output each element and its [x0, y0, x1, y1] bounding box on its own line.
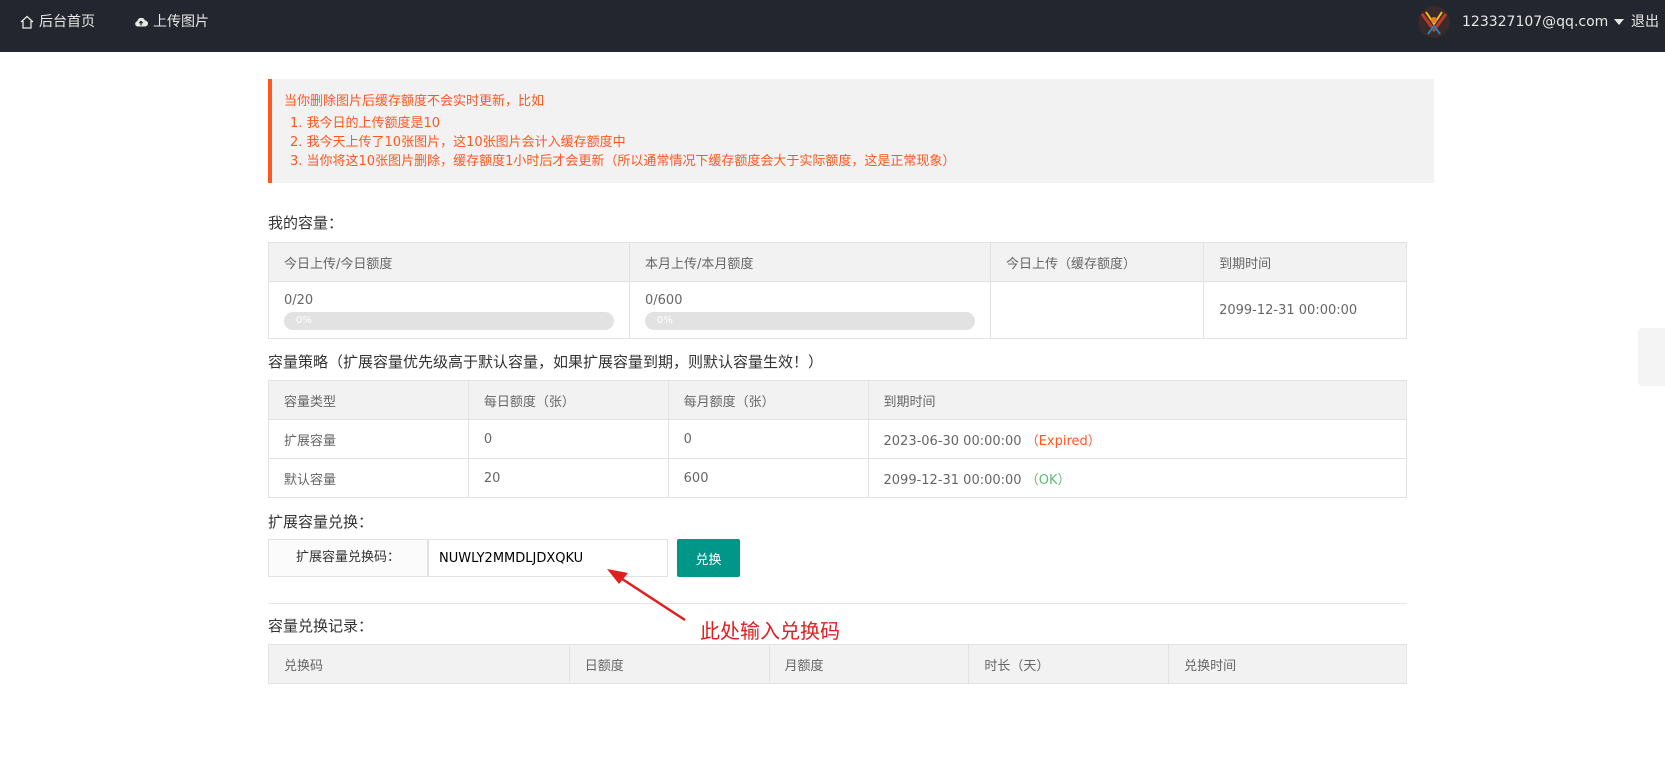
table-row: 默认容量 20 600 2099-12-31 00:00:00 （OK）	[268, 458, 1407, 498]
redeem-code-input[interactable]	[428, 539, 668, 577]
policy-monthly: 600	[667, 458, 869, 498]
user-email: 123327107@qq.com	[1462, 14, 1609, 30]
nav-upload-label: 上传图片	[153, 14, 209, 30]
policy-monthly: 0	[667, 419, 869, 459]
today-progress-text: 0%	[296, 315, 312, 326]
column-header: 每日额度（张）	[467, 380, 669, 420]
capacity-title: 我的容量：	[268, 214, 344, 232]
policy-title: 容量策略（扩展容量优先级高于默认容量，如果扩展容量到期，则默认容量生效！）	[268, 353, 824, 371]
top-navbar: 后台首页 上传图片 123327107@qq.com 退出	[0, 0, 1665, 52]
status-badge: （OK）	[1025, 472, 1071, 488]
notice-list: 1. 我今日的上传额度是10 2. 我今天上传了10张图片，这10张图片会计入缓…	[284, 114, 1422, 171]
notice-item: 2. 我今天上传了10张图片，这10张图片会计入缓存额度中	[290, 135, 626, 150]
table-header-row: 兑换码 日额度 月额度 时长（天） 兑换时间	[268, 644, 1407, 684]
table-row: 扩展容量 0 0 2023-06-30 00:00:00 （Expired）	[268, 419, 1407, 459]
caret-down-icon	[1614, 19, 1625, 25]
records-table: 兑换码 日额度 月额度 时长（天） 兑换时间	[268, 644, 1407, 684]
cloud-upload-icon	[135, 17, 148, 27]
redeem-code-label: 扩展容量兑换码：	[268, 539, 428, 577]
today-usage-cell: 0/20 0%	[268, 281, 630, 339]
redeem-button[interactable]: 兑换	[677, 539, 740, 577]
column-header: 今日上传/今日额度	[268, 242, 630, 282]
column-header: 月额度	[768, 644, 970, 684]
month-usage-value: 0/600	[645, 293, 683, 308]
capacity-table: 今日上传/今日额度 本月上传/本月额度 今日上传（缓存额度） 到期时间 0/20…	[268, 242, 1407, 339]
logout-link[interactable]: 退出	[1631, 0, 1659, 44]
home-icon	[20, 15, 34, 29]
divider	[268, 603, 1407, 604]
nav-home-label: 后台首页	[39, 14, 95, 30]
status-badge: （Expired）	[1025, 433, 1101, 449]
table-header-row: 容量类型 每日额度（张） 每月额度（张） 到期时间	[268, 380, 1407, 420]
policy-expire-cell: 2023-06-30 00:00:00 （Expired）	[867, 419, 1407, 459]
nav-home-link[interactable]: 后台首页	[19, 0, 95, 44]
policy-expire: 2023-06-30 00:00:00	[883, 433, 1022, 449]
column-header: 到期时间	[1203, 242, 1407, 282]
notice-item: 1. 我今日的上传额度是10	[290, 116, 441, 131]
month-progress-text: 0%	[657, 315, 673, 326]
notice-item: 3. 当你将这10张图片删除，缓存额度1小时后才会更新（所以通常情况下缓存额度会…	[290, 154, 956, 169]
column-header: 每月额度（张）	[667, 380, 869, 420]
policy-type: 扩展容量	[268, 419, 469, 459]
side-edge-tab[interactable]	[1638, 328, 1665, 386]
column-header: 兑换码	[268, 644, 570, 684]
today-progress-bar: 0%	[284, 312, 614, 330]
annotation-text: 此处输入兑换码	[700, 619, 840, 643]
column-header: 日额度	[568, 644, 770, 684]
nav-upload-link[interactable]: 上传图片	[133, 0, 209, 44]
month-progress-bar: 0%	[645, 312, 975, 330]
policy-expire: 2099-12-31 00:00:00	[883, 472, 1022, 488]
month-usage-cell: 0/600 0%	[629, 281, 991, 339]
column-header: 到期时间	[867, 380, 1407, 420]
policy-expire-cell: 2099-12-31 00:00:00 （OK）	[867, 458, 1407, 498]
cache-notice: 当你删除图片后缓存额度不会实时更新，比如 1. 我今日的上传额度是10 2. 我…	[268, 79, 1434, 183]
column-header: 今日上传（缓存额度）	[989, 242, 1205, 282]
user-avatar[interactable]	[1418, 6, 1450, 38]
capacity-expire-cell: 2099-12-31 00:00:00	[1203, 281, 1407, 339]
policy-table: 容量类型 每日额度（张） 每月额度（张） 到期时间 扩展容量 0 0 2023-…	[268, 380, 1407, 498]
avatar-image	[1418, 6, 1450, 38]
table-header-row: 今日上传/今日额度 本月上传/本月额度 今日上传（缓存额度） 到期时间	[268, 242, 1407, 282]
column-header: 兑换时间	[1168, 644, 1407, 684]
policy-daily: 20	[467, 458, 669, 498]
policy-type: 默认容量	[268, 458, 469, 498]
column-header: 容量类型	[268, 380, 469, 420]
today-usage-value: 0/20	[284, 293, 314, 308]
table-row: 0/20 0% 0/600 0% 2099-12-31 00:00:00	[268, 281, 1407, 339]
cache-usage-cell	[989, 281, 1205, 339]
column-header: 本月上传/本月额度	[629, 242, 991, 282]
policy-daily: 0	[467, 419, 669, 459]
redeem-title: 扩展容量兑换：	[268, 513, 374, 531]
records-title: 容量兑换记录：	[268, 617, 374, 635]
column-header: 时长（天）	[968, 644, 1170, 684]
notice-title: 当你删除图片后缓存额度不会实时更新，比如	[284, 94, 545, 109]
user-menu[interactable]: 123327107@qq.com	[1462, 0, 1625, 44]
